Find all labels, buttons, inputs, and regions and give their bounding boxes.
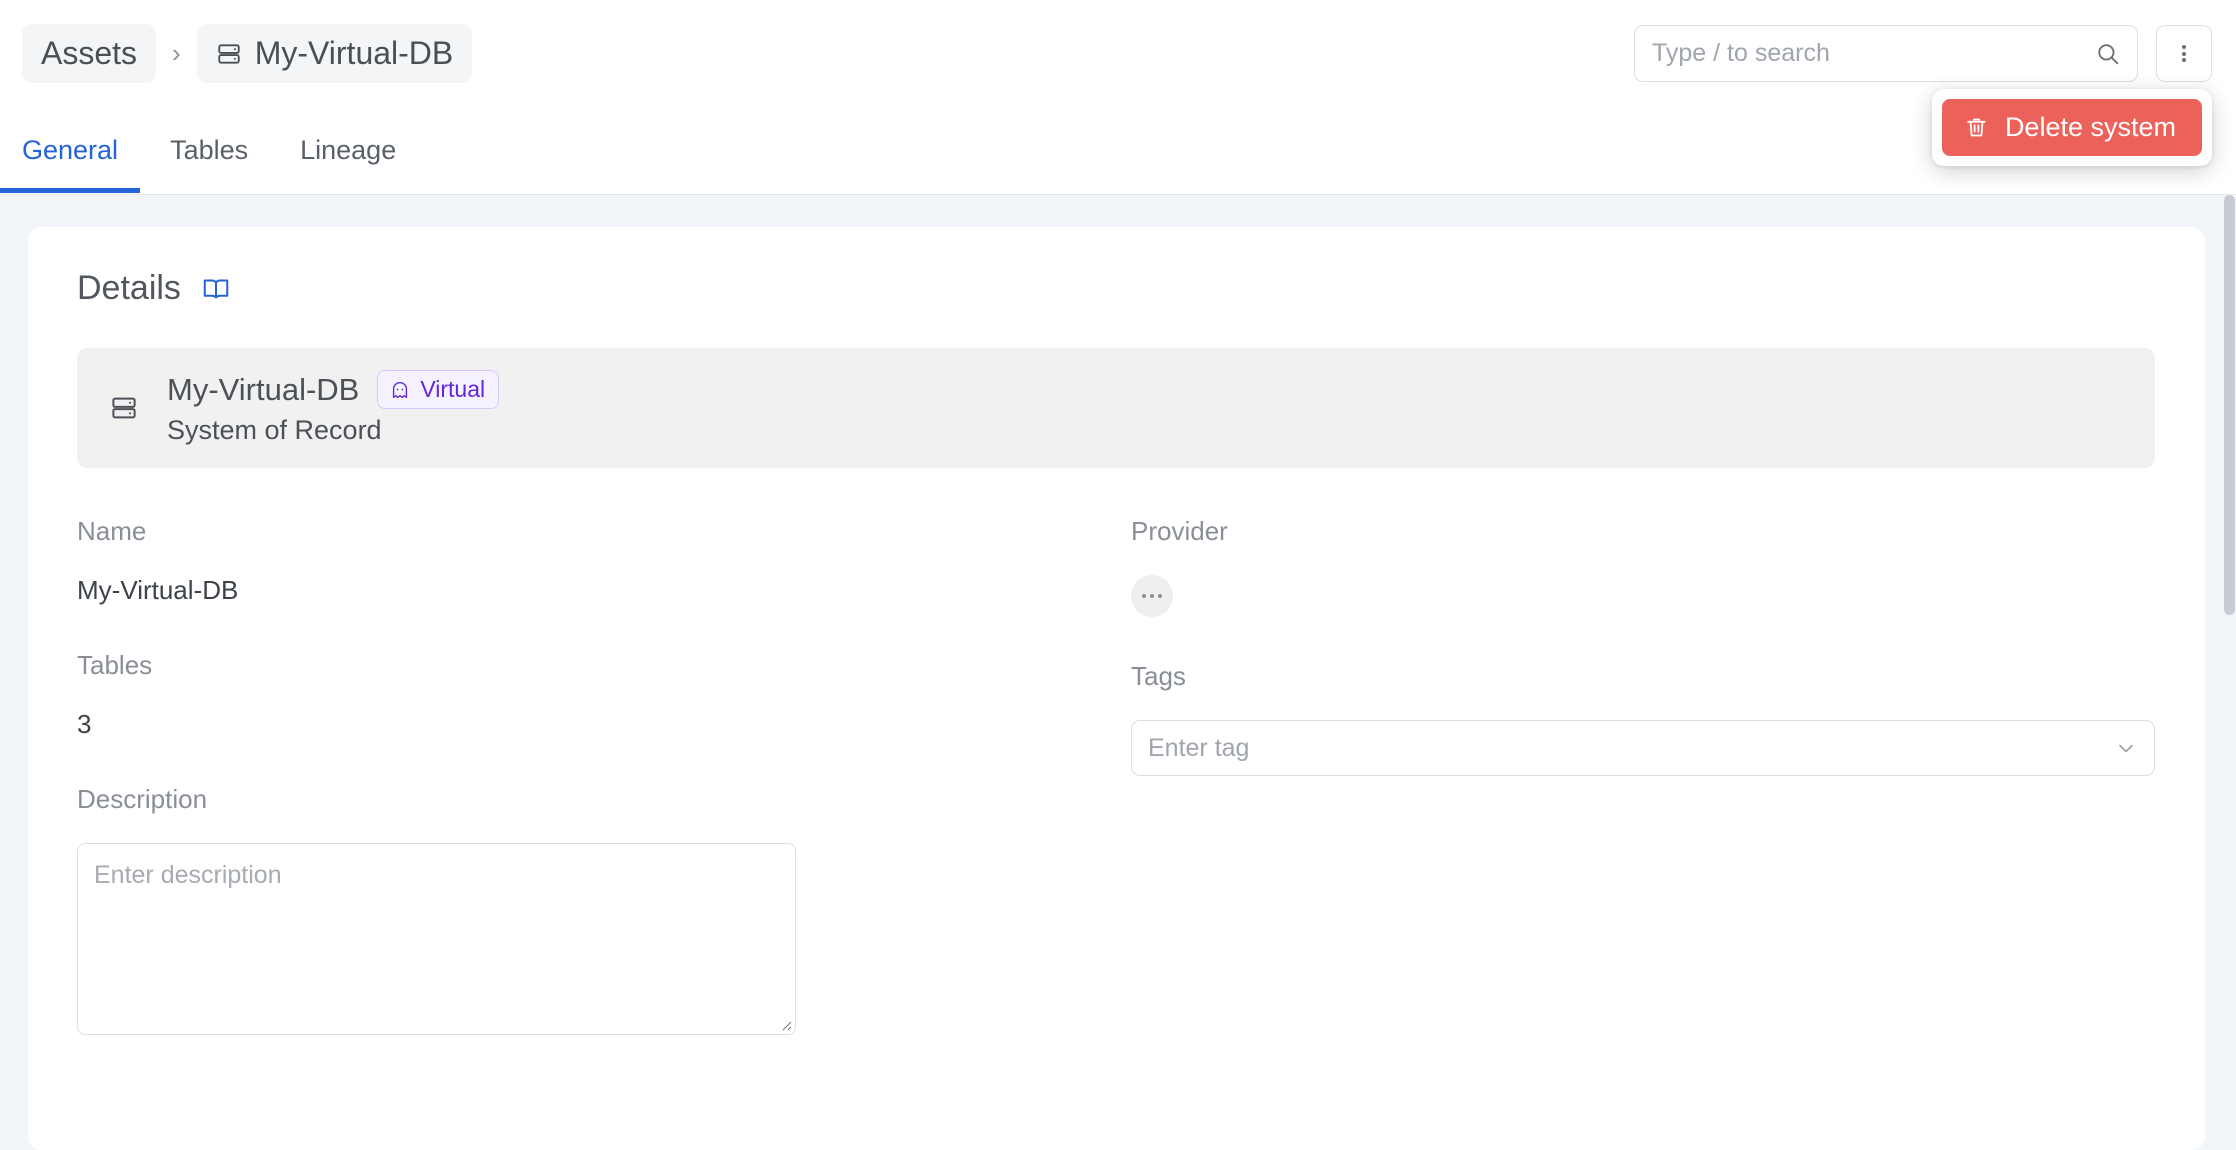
tab-lineage[interactable]: Lineage: [300, 107, 396, 192]
field-tags: Tags Enter tag: [1131, 661, 2155, 776]
ellipsis-dot-icon: [1142, 594, 1146, 598]
breadcrumb-assets-label: Assets: [41, 35, 137, 72]
chevron-down-icon[interactable]: [2114, 736, 2138, 760]
system-name: My-Virtual-DB: [167, 372, 359, 408]
status-badge: Virtual: [377, 370, 499, 409]
ellipsis-dot-icon: [1158, 594, 1162, 598]
field-tables-label: Tables: [77, 650, 1101, 681]
ellipsis-dot-icon: [1150, 594, 1154, 598]
field-provider: Provider: [1131, 516, 2155, 617]
field-name-value: My-Virtual-DB: [77, 575, 1101, 606]
system-summary-title-row: My-Virtual-DB Virtual: [167, 370, 499, 409]
overflow-menu-dropdown: Delete system: [1932, 89, 2212, 166]
tab-general[interactable]: General: [22, 107, 118, 192]
details-fields-grid: Name My-Virtual-DB Tables 3 Description: [77, 516, 2155, 1079]
search-input[interactable]: [1635, 26, 2137, 81]
page-body: Details My-Virtual-DB: [0, 195, 2236, 1150]
provider-avatar[interactable]: [1131, 575, 1173, 617]
kebab-menu-icon: [2182, 45, 2186, 49]
tab-tables[interactable]: Tables: [170, 107, 248, 192]
tags-select[interactable]: Enter tag: [1131, 720, 2155, 776]
page-title: Details: [77, 269, 181, 308]
tab-general-label: General: [22, 135, 118, 165]
system-subtitle: System of Record: [167, 415, 499, 446]
field-description-label: Description: [77, 784, 1101, 815]
overflow-menu-button[interactable]: [2156, 25, 2212, 82]
system-summary-banner: My-Virtual-DB Virtual System of Record: [77, 348, 2155, 468]
field-tables-value: 3: [77, 709, 1101, 740]
delete-system-label: Delete system: [2005, 112, 2176, 143]
details-header: Details: [77, 269, 2155, 308]
status-badge-label: Virtual: [420, 376, 485, 403]
book-icon[interactable]: [201, 274, 231, 304]
database-icon: [216, 41, 242, 67]
tab-tables-label: Tables: [170, 135, 248, 165]
ghost-icon: [389, 379, 411, 401]
search-icon[interactable]: [2095, 41, 2121, 67]
breadcrumb-separator-icon: ›: [156, 38, 197, 69]
details-card: Details My-Virtual-DB: [28, 227, 2205, 1150]
details-left-column: Name My-Virtual-DB Tables 3 Description: [77, 516, 1101, 1079]
tab-bar: General Tables Lineage: [0, 107, 2236, 195]
field-provider-label: Provider: [1131, 516, 2155, 547]
database-icon: [109, 393, 139, 423]
field-name: Name My-Virtual-DB: [77, 516, 1101, 606]
delete-system-button[interactable]: Delete system: [1942, 99, 2202, 156]
breadcrumb-item-my-virtual-db[interactable]: My-Virtual-DB: [197, 24, 473, 83]
description-textarea-wrap: [77, 843, 796, 1035]
breadcrumb-db-label: My-Virtual-DB: [255, 35, 454, 72]
vertical-scrollbar-thumb[interactable]: [2224, 195, 2235, 615]
field-tables: Tables 3: [77, 650, 1101, 740]
details-right-column: Provider Tags Enter tag: [1131, 516, 2155, 1079]
kebab-menu-icon: [2182, 52, 2186, 56]
system-summary-texts: My-Virtual-DB Virtual System of Record: [167, 370, 499, 446]
search-box[interactable]: [1634, 25, 2138, 82]
field-tags-label: Tags: [1131, 661, 2155, 692]
breadcrumb: Assets › My-Virtual-DB: [22, 24, 472, 83]
breadcrumb-item-assets[interactable]: Assets: [22, 24, 156, 83]
field-name-label: Name: [77, 516, 1101, 547]
field-description: Description: [77, 784, 1101, 1035]
tags-placeholder: Enter tag: [1148, 734, 1249, 763]
description-input[interactable]: [77, 843, 796, 1035]
trash-icon: [1964, 115, 1989, 140]
top-bar: Assets › My-Virtual-DB: [0, 0, 2236, 107]
tab-lineage-label: Lineage: [300, 135, 396, 165]
kebab-menu-icon: [2182, 58, 2186, 62]
vertical-scrollbar[interactable]: [2223, 195, 2236, 1150]
